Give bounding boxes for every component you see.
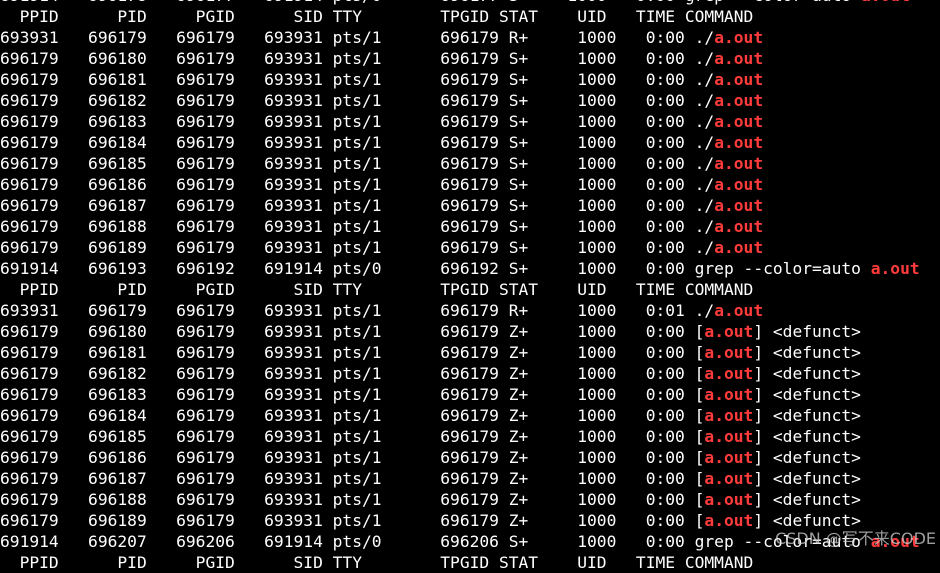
line-text: ] <defunct> (753, 322, 861, 341)
line-text: 696179 696186 696179 693931 pts/1 696179… (0, 448, 705, 467)
line-text: 696179 696186 696179 693931 pts/1 696179… (0, 175, 715, 194)
watermark: CSDN @写不来CODE (775, 529, 936, 548)
highlighted-match: a.out (704, 343, 754, 362)
terminal-line: 696179 696188 696179 693931 pts/1 696179… (0, 216, 940, 237)
terminal-line: 696179 696187 696179 693931 pts/1 696179… (0, 468, 940, 489)
highlighted-match: a.out (704, 511, 754, 530)
line-text: ] <defunct> (753, 469, 861, 488)
highlighted-match: a.out (704, 469, 754, 488)
line-text: 696179 696181 696179 693931 pts/1 696179… (0, 343, 705, 362)
highlighted-match: a.out (704, 385, 754, 404)
highlighted-match: a.out (870, 259, 920, 278)
line-text: 696179 696181 696179 693931 pts/1 696179… (0, 70, 715, 89)
highlighted-match: a.out (714, 238, 764, 257)
terminal-line: 696179 696180 696179 693931 pts/1 696179… (0, 48, 940, 69)
line-text: 696179 696188 696179 693931 pts/1 696179… (0, 490, 705, 509)
terminal-line: 696179 696182 696179 693931 pts/1 696179… (0, 363, 940, 384)
highlighted-match: a.out (714, 196, 764, 215)
line-text: 696179 696182 696179 693931 pts/1 696179… (0, 91, 715, 110)
line-text: ] <defunct> (753, 385, 861, 404)
terminal-line: 696179 696183 696179 693931 pts/1 696179… (0, 111, 940, 132)
highlighted-match: a.out (714, 133, 764, 152)
line-text: 696179 696188 696179 693931 pts/1 696179… (0, 217, 715, 236)
line-text: 696179 696185 696179 693931 pts/1 696179… (0, 154, 715, 173)
line-text: 691914 696193 696192 691914 pts/0 696192… (0, 259, 871, 278)
terminal-line: 693931 696179 696179 693931 pts/1 696179… (0, 27, 940, 48)
terminal-line: 696179 696185 696179 693931 pts/1 696179… (0, 153, 940, 174)
terminal-line: 696179 696184 696179 693931 pts/1 696179… (0, 405, 940, 426)
highlighted-match: a.out (714, 91, 764, 110)
line-text: PPID PID PGID SID TTY TPGID STAT UID TIM… (0, 280, 754, 299)
terminal-line: 696179 696180 696179 693931 pts/1 696179… (0, 321, 940, 342)
line-text: 693931 696179 696179 693931 pts/1 696179… (0, 301, 715, 320)
highlighted-match: a.out (714, 28, 764, 47)
terminal-line: 696179 696184 696179 693931 pts/1 696179… (0, 132, 940, 153)
highlighted-match: a.out (714, 301, 764, 320)
highlighted-match: a.out (704, 448, 754, 467)
highlighted-match: a.out (714, 49, 764, 68)
line-text: 696179 696180 696179 693931 pts/1 696179… (0, 49, 715, 68)
line-text: PPID PID PGID SID TTY TPGID STAT UID TIM… (0, 7, 754, 26)
line-text: 696179 696187 696179 693931 pts/1 696179… (0, 469, 705, 488)
line-text: 696179 696182 696179 693931 pts/1 696179… (0, 364, 705, 383)
line-text: 696179 696189 696179 693931 pts/1 696179… (0, 238, 715, 257)
highlighted-match: a.out (704, 427, 754, 446)
line-text: 696179 696185 696179 693931 pts/1 696179… (0, 427, 705, 446)
terminal-line: 696179 696186 696179 693931 pts/1 696179… (0, 174, 940, 195)
terminal-line: PPID PID PGID SID TTY TPGID STAT UID TIM… (0, 552, 940, 573)
line-text: ] <defunct> (753, 427, 861, 446)
highlighted-match: a.out (861, 0, 910, 5)
line-text: PPID PID PGID SID TTY TPGID STAT UID TIM… (0, 553, 754, 572)
terminal-line: 696179 696188 696179 693931 pts/1 696179… (0, 489, 940, 510)
line-text: ] <defunct> (753, 406, 861, 425)
line-text: 696179 696183 696179 693931 pts/1 696179… (0, 385, 705, 404)
terminal-line: PPID PID PGID SID TTY TPGID STAT UID TIM… (0, 279, 940, 300)
line-text: 696179 696180 696179 693931 pts/1 696179… (0, 322, 705, 341)
line-text: ] <defunct> (753, 364, 861, 383)
terminal-output[interactable]: 691914 696178 696177 691914 pts/0 696177… (0, 0, 940, 573)
highlighted-match: a.out (714, 154, 764, 173)
highlighted-match: a.out (704, 322, 754, 341)
line-text: ] <defunct> (753, 448, 861, 467)
line-text: 696179 696184 696179 693931 pts/1 696179… (0, 406, 705, 425)
highlighted-match: a.out (714, 70, 764, 89)
terminal-line: 696179 696181 696179 693931 pts/1 696179… (0, 69, 940, 90)
line-text: ] <defunct> (753, 343, 861, 362)
line-text: 696179 696183 696179 693931 pts/1 696179… (0, 112, 715, 131)
highlighted-match: a.out (704, 490, 754, 509)
terminal-line: 696179 696181 696179 693931 pts/1 696179… (0, 342, 940, 363)
highlighted-match: a.out (704, 364, 754, 383)
line-text: ] <defunct> (753, 490, 861, 509)
terminal-line: PPID PID PGID SID TTY TPGID STAT UID TIM… (0, 6, 940, 27)
highlighted-match: a.out (714, 175, 764, 194)
terminal-line: 696179 696183 696179 693931 pts/1 696179… (0, 384, 940, 405)
terminal-line: 696179 696189 696179 693931 pts/1 696179… (0, 237, 940, 258)
highlighted-match: a.out (714, 112, 764, 131)
terminal-line: 696179 696185 696179 693931 pts/1 696179… (0, 426, 940, 447)
terminal-line: 693931 696179 696179 693931 pts/1 696179… (0, 300, 940, 321)
terminal-line: 691914 696193 696192 691914 pts/0 696192… (0, 258, 940, 279)
highlighted-match: a.out (704, 406, 754, 425)
line-text: 696179 696184 696179 693931 pts/1 696179… (0, 133, 715, 152)
terminal-line: 696179 696182 696179 693931 pts/1 696179… (0, 90, 940, 111)
line-text: 696179 696187 696179 693931 pts/1 696179… (0, 196, 715, 215)
line-text: 696179 696189 696179 693931 pts/1 696179… (0, 511, 705, 530)
terminal-line: 696179 696186 696179 693931 pts/1 696179… (0, 447, 940, 468)
terminal-line: 696179 696187 696179 693931 pts/1 696179… (0, 195, 940, 216)
line-text: 691914 696178 696177 691914 pts/0 696177… (0, 0, 861, 5)
highlighted-match: a.out (714, 217, 764, 236)
line-text: 693931 696179 696179 693931 pts/1 696179… (0, 28, 715, 47)
line-text: 691914 696207 696206 691914 pts/0 696206… (0, 532, 871, 551)
